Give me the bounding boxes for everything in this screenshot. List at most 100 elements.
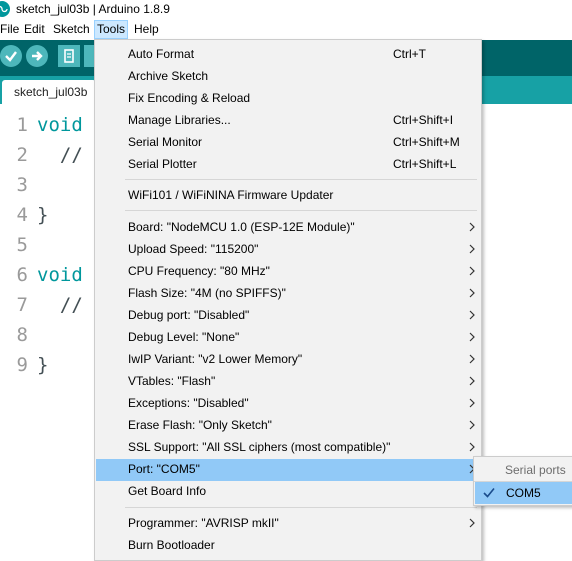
chevron-right-icon	[469, 332, 475, 342]
tab-sketch[interactable]: sketch_jul03b	[2, 80, 96, 104]
code-line: }	[37, 354, 48, 376]
chevron-right-icon	[469, 398, 475, 408]
port-item-label: COM5	[506, 486, 541, 500]
menu-item-archive-sketch[interactable]: Archive Sketch	[96, 66, 480, 88]
verify-button[interactable]	[0, 45, 22, 67]
title-bar: sketch_jul03b | Arduino 1.8.9	[0, 0, 572, 19]
menu-sketch[interactable]: Sketch	[51, 20, 92, 39]
menu-item-flash-size[interactable]: Flash Size: "4M (no SPIFFS)"	[96, 283, 480, 305]
menu-tools[interactable]: Tools	[94, 20, 129, 39]
menu-item-board[interactable]: Board: "NodeMCU 1.0 (ESP-12E Module)"	[96, 217, 480, 239]
chevron-right-icon	[469, 244, 475, 254]
tools-menu: Auto Format Ctrl+T Archive Sketch Fix En…	[94, 39, 482, 561]
chevron-right-icon	[469, 376, 475, 386]
menu-item-label: Programmer: "AVRISP mkII"	[128, 516, 279, 530]
menu-item-serial-monitor[interactable]: Serial Monitor Ctrl+Shift+M	[96, 132, 480, 154]
menu-separator	[125, 179, 477, 180]
chevron-right-icon	[469, 310, 475, 320]
line-number: 2	[16, 144, 28, 166]
line-number-gutter: 1 2 3 4 5 6 7 8 9	[0, 104, 32, 548]
menu-item-programmer[interactable]: Programmer: "AVRISP mkII"	[96, 513, 480, 535]
menu-item-label: Get Board Info	[128, 484, 207, 498]
menu-separator	[125, 507, 477, 508]
open-sketch-button[interactable]	[84, 45, 94, 67]
menu-item-upload-speed[interactable]: Upload Speed: "115200"	[96, 239, 480, 261]
code-line: //	[37, 294, 83, 316]
menu-item-label: CPU Frequency: "80 MHz"	[128, 264, 270, 278]
menu-item-label: WiFi101 / WiFiNINA Firmware Updater	[128, 188, 334, 202]
upload-icon	[32, 51, 43, 61]
menu-item-exceptions[interactable]: Exceptions: "Disabled"	[96, 393, 480, 415]
new-sketch-button[interactable]	[58, 45, 80, 67]
line-number: 8	[16, 324, 28, 346]
line-number: 5	[16, 234, 28, 256]
code-line: void	[37, 264, 83, 286]
chevron-right-icon	[469, 442, 475, 452]
upload-button[interactable]	[26, 45, 48, 67]
menu-item-label: Erase Flash: "Only Sketch"	[128, 418, 272, 432]
menu-item-label: Debug Level: "None"	[128, 330, 240, 344]
chevron-right-icon	[469, 518, 475, 528]
line-number: 3	[16, 174, 28, 196]
tab-label: sketch_jul03b	[14, 85, 88, 99]
code-text: //	[37, 144, 83, 166]
menu-item-label: Archive Sketch	[128, 69, 209, 83]
menu-item-label: Auto Format	[128, 47, 195, 61]
menu-bar: File Edit Sketch Tools Help	[0, 20, 572, 39]
menu-item-get-board-info[interactable]: Get Board Info	[96, 481, 480, 503]
menu-item-debug-port[interactable]: Debug port: "Disabled"	[96, 305, 480, 327]
menu-item-label: Manage Libraries...	[128, 113, 231, 127]
menu-item-manage-libraries[interactable]: Manage Libraries... Ctrl+Shift+I	[96, 110, 480, 132]
line-number: 4	[16, 204, 28, 226]
new-icon	[64, 49, 74, 63]
menu-item-label: Board: "NodeMCU 1.0 (ESP-12E Module)"	[128, 220, 355, 234]
menu-item-port[interactable]: Port: "COM5"	[96, 459, 480, 481]
menu-help[interactable]: Help	[132, 20, 161, 39]
code-line: void	[37, 114, 83, 136]
menu-item-fix-encoding[interactable]: Fix Encoding & Reload	[96, 88, 480, 110]
menu-item-burn-bootloader[interactable]: Burn Bootloader	[96, 535, 480, 557]
menu-item-label: VTables: "Flash"	[128, 374, 216, 388]
menu-item-iwip-variant[interactable]: IwIP Variant: "v2 Lower Memory"	[96, 349, 480, 371]
menu-item-label: Fix Encoding & Reload	[128, 91, 251, 105]
line-number: 9	[16, 354, 28, 376]
code-text: }	[37, 354, 49, 376]
checkmark-icon	[483, 487, 495, 498]
menu-item-label: IwIP Variant: "v2 Lower Memory"	[128, 352, 303, 366]
port-submenu: Serial ports COM5	[473, 456, 572, 506]
menu-item-debug-level[interactable]: Debug Level: "None"	[96, 327, 480, 349]
port-item-com5[interactable]: COM5	[475, 482, 572, 504]
menu-item-cpu-frequency[interactable]: CPU Frequency: "80 MHz"	[96, 261, 480, 283]
submenu-header: Serial ports	[505, 463, 566, 477]
menu-item-label: SSL Support: "All SSL ciphers (most comp…	[128, 440, 391, 454]
menu-item-vtables[interactable]: VTables: "Flash"	[96, 371, 480, 393]
menu-item-label: Serial Monitor	[128, 135, 203, 149]
line-number: 7	[16, 294, 28, 316]
menu-item-shortcut: Ctrl+Shift+L	[393, 157, 457, 171]
menu-item-shortcut: Ctrl+Shift+M	[393, 135, 460, 149]
menu-item-shortcut: Ctrl+Shift+I	[393, 113, 454, 127]
code-keyword: void	[37, 264, 83, 286]
menu-item-shortcut: Ctrl+T	[393, 47, 426, 61]
menu-item-auto-format[interactable]: Auto Format Ctrl+T	[96, 44, 480, 66]
menu-item-serial-plotter[interactable]: Serial Plotter Ctrl+Shift+L	[96, 154, 480, 176]
chevron-right-icon	[469, 354, 475, 364]
menu-item-label: Serial Plotter	[128, 157, 197, 171]
arduino-logo-icon	[0, 1, 10, 17]
menu-edit[interactable]: Edit	[22, 20, 47, 39]
menu-file[interactable]: File	[0, 20, 21, 39]
menu-item-label: Burn Bootloader	[128, 538, 215, 552]
menu-item-wifi-updater[interactable]: WiFi101 / WiFiNINA Firmware Updater	[96, 185, 480, 207]
chevron-right-icon	[469, 266, 475, 276]
chevron-right-icon	[469, 222, 475, 232]
menu-item-erase-flash[interactable]: Erase Flash: "Only Sketch"	[96, 415, 480, 437]
chevron-right-icon	[469, 288, 475, 298]
code-text: //	[37, 294, 83, 316]
menu-item-label: Flash Size: "4M (no SPIFFS)"	[128, 286, 286, 300]
menu-item-ssl-support[interactable]: SSL Support: "All SSL ciphers (most comp…	[96, 437, 480, 459]
chevron-right-icon	[469, 420, 475, 430]
code-keyword: void	[37, 114, 83, 136]
verify-icon	[5, 51, 17, 62]
line-number: 1	[16, 114, 28, 136]
menu-item-label: Exceptions: "Disabled"	[128, 396, 249, 410]
